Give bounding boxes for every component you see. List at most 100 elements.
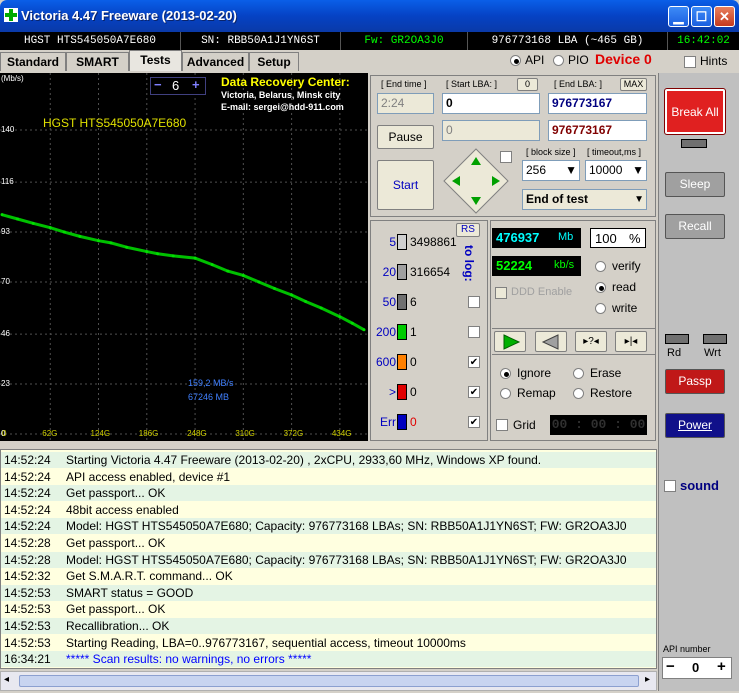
y-tick-label: 140 xyxy=(1,124,15,134)
grid-label: Grid xyxy=(513,418,536,432)
start-lba-zero-button[interactable]: 0 xyxy=(517,78,538,91)
clock: 16:42:02 xyxy=(677,35,730,47)
percent-unit: % xyxy=(629,231,641,246)
y-unit-label: (Mb/s) xyxy=(1,74,24,83)
recall-button[interactable]: Recall xyxy=(665,214,725,239)
log-message: 48bit access enabled xyxy=(66,502,179,517)
api-radio[interactable] xyxy=(510,55,521,66)
reset-stats-button[interactable]: RS xyxy=(456,223,480,237)
start-button[interactable]: Start xyxy=(377,160,434,210)
x-tick-label: 186G xyxy=(138,429,159,438)
pause-button[interactable]: Pause xyxy=(377,125,434,149)
timeout-select[interactable]: 10000 ▼ xyxy=(585,160,647,181)
x-tick-label: 62G xyxy=(42,429,58,438)
minimize-button[interactable]: ▁ xyxy=(668,6,689,27)
scrollbar-thumb[interactable] xyxy=(19,675,639,687)
event-log[interactable]: 14:52:24 Starting Victoria 4.47 Freeware … xyxy=(0,449,657,669)
skip-random-icon: ▸?◂ xyxy=(583,336,599,347)
close-button[interactable]: ✕ xyxy=(714,6,735,27)
tab-standard[interactable]: Standard xyxy=(0,52,66,71)
counter-threshold: 600 xyxy=(375,355,396,369)
block-size-select[interactable]: 256 ▼ xyxy=(522,160,580,181)
skip-end-icon: ▸|◂ xyxy=(624,336,638,347)
sleep-button[interactable]: Sleep xyxy=(665,172,725,197)
log-row: 14:52:53 SMART status = GOOD xyxy=(1,584,656,601)
log-row: 14:52:24 Get passport... OK xyxy=(1,485,656,502)
counter-color-box xyxy=(397,354,407,370)
spin-minus-button[interactable]: − xyxy=(154,77,162,92)
mb-unit: Mb xyxy=(558,231,574,243)
direction-checkbox[interactable] xyxy=(500,151,512,163)
maximize-icon: ☐ xyxy=(695,9,708,24)
scroll-left-icon[interactable]: ◂ xyxy=(4,674,9,685)
maximize-button[interactable]: ☐ xyxy=(691,6,712,27)
verify-label: verify xyxy=(612,259,641,273)
log-message: ***** Scan results: no warnings, no erro… xyxy=(66,652,312,667)
drive-model: HGST HTS545050A7E680 xyxy=(0,32,181,50)
play-button[interactable] xyxy=(494,331,526,352)
log-message: Get passport... OK xyxy=(66,486,166,501)
grid-checkbox[interactable] xyxy=(496,419,508,431)
power-button[interactable]: Power xyxy=(665,413,725,438)
speed-data-point xyxy=(193,256,197,260)
remap-radio[interactable] xyxy=(500,388,511,399)
end-time-field[interactable]: 2:24 xyxy=(377,93,434,114)
api-number-plus-button[interactable]: + xyxy=(717,658,726,675)
to-log-checkbox[interactable] xyxy=(468,296,480,308)
log-message: SMART status = GOOD xyxy=(66,585,194,600)
rewind-button[interactable] xyxy=(535,331,567,352)
restore-radio[interactable] xyxy=(573,388,584,399)
speed-data-point xyxy=(31,221,35,225)
read-radio[interactable] xyxy=(595,282,606,293)
log-row: 14:52:32 Get S.M.A.R.T. command... OK xyxy=(1,568,656,584)
end-lba-field-2[interactable]: 976773167 xyxy=(548,120,647,141)
api-number-minus-button[interactable]: − xyxy=(666,658,675,675)
speed-data-point xyxy=(210,263,214,267)
hints-checkbox[interactable] xyxy=(684,56,696,68)
ddd-checkbox[interactable] xyxy=(495,287,507,299)
log-row: 14:52:28 Get passport... OK xyxy=(1,535,656,551)
passp-button[interactable]: Passp xyxy=(665,369,725,394)
graph-model-label: HGST HTS545050A7E680 xyxy=(43,116,187,130)
tab-setup[interactable]: Setup xyxy=(249,52,299,71)
timer-display: 00 : 00 : 00 xyxy=(550,415,647,435)
tab-advanced[interactable]: Advanced xyxy=(182,52,249,71)
counter-threshold: 200 xyxy=(375,325,396,339)
end-lba-field[interactable]: 976773167 xyxy=(548,93,647,114)
log-message: Starting Reading, LBA=0..976773167, sequ… xyxy=(66,635,466,650)
drive-serial: SN: RBB50A1J1YN6ST xyxy=(181,32,341,50)
to-log-checkbox[interactable] xyxy=(468,326,480,338)
scroll-right-icon[interactable]: ▸ xyxy=(645,674,650,685)
start-lba-field[interactable]: 0 xyxy=(442,93,540,114)
x-tick-label: 372G xyxy=(283,429,304,438)
chevron-down-icon: ▼ xyxy=(634,194,644,205)
log-time: 14:52:24 xyxy=(4,502,51,517)
counter-color-box xyxy=(397,324,407,340)
to-log-checkbox[interactable]: ✔ xyxy=(468,386,480,398)
counter-value: 0 xyxy=(410,415,417,429)
to-log-checkbox[interactable]: ✔ xyxy=(468,356,480,368)
pio-radio[interactable] xyxy=(553,55,564,66)
speed-data-point xyxy=(48,226,52,230)
log-time: 14:52:28 xyxy=(4,552,51,567)
max-button[interactable]: MAX xyxy=(620,78,647,91)
erase-radio[interactable] xyxy=(573,368,584,379)
tab-smart[interactable]: SMART xyxy=(66,52,129,71)
to-log-checkbox[interactable]: ✔ xyxy=(468,416,480,428)
api-label: API xyxy=(525,53,545,67)
counter-threshold: 50 xyxy=(382,295,396,309)
data-recovery-title: Data Recovery Center: xyxy=(221,75,350,89)
skip-random-button[interactable]: ▸?◂ xyxy=(575,331,607,352)
write-radio[interactable] xyxy=(595,303,606,314)
end-action-select[interactable]: End of test ▼ xyxy=(522,189,647,210)
skip-end-button[interactable]: ▸|◂ xyxy=(615,331,647,352)
speed-data-point xyxy=(319,306,323,310)
tab-tests[interactable]: Tests xyxy=(129,50,182,71)
log-horizontal-scrollbar[interactable]: ◂ ▸ xyxy=(0,671,657,691)
spin-plus-button[interactable]: + xyxy=(192,77,200,92)
sound-checkbox[interactable] xyxy=(664,480,676,492)
verify-radio[interactable] xyxy=(595,261,606,272)
counter-value: 316654 xyxy=(410,265,451,279)
ignore-radio[interactable] xyxy=(500,368,511,379)
break-all-button[interactable]: Break All xyxy=(664,88,726,135)
